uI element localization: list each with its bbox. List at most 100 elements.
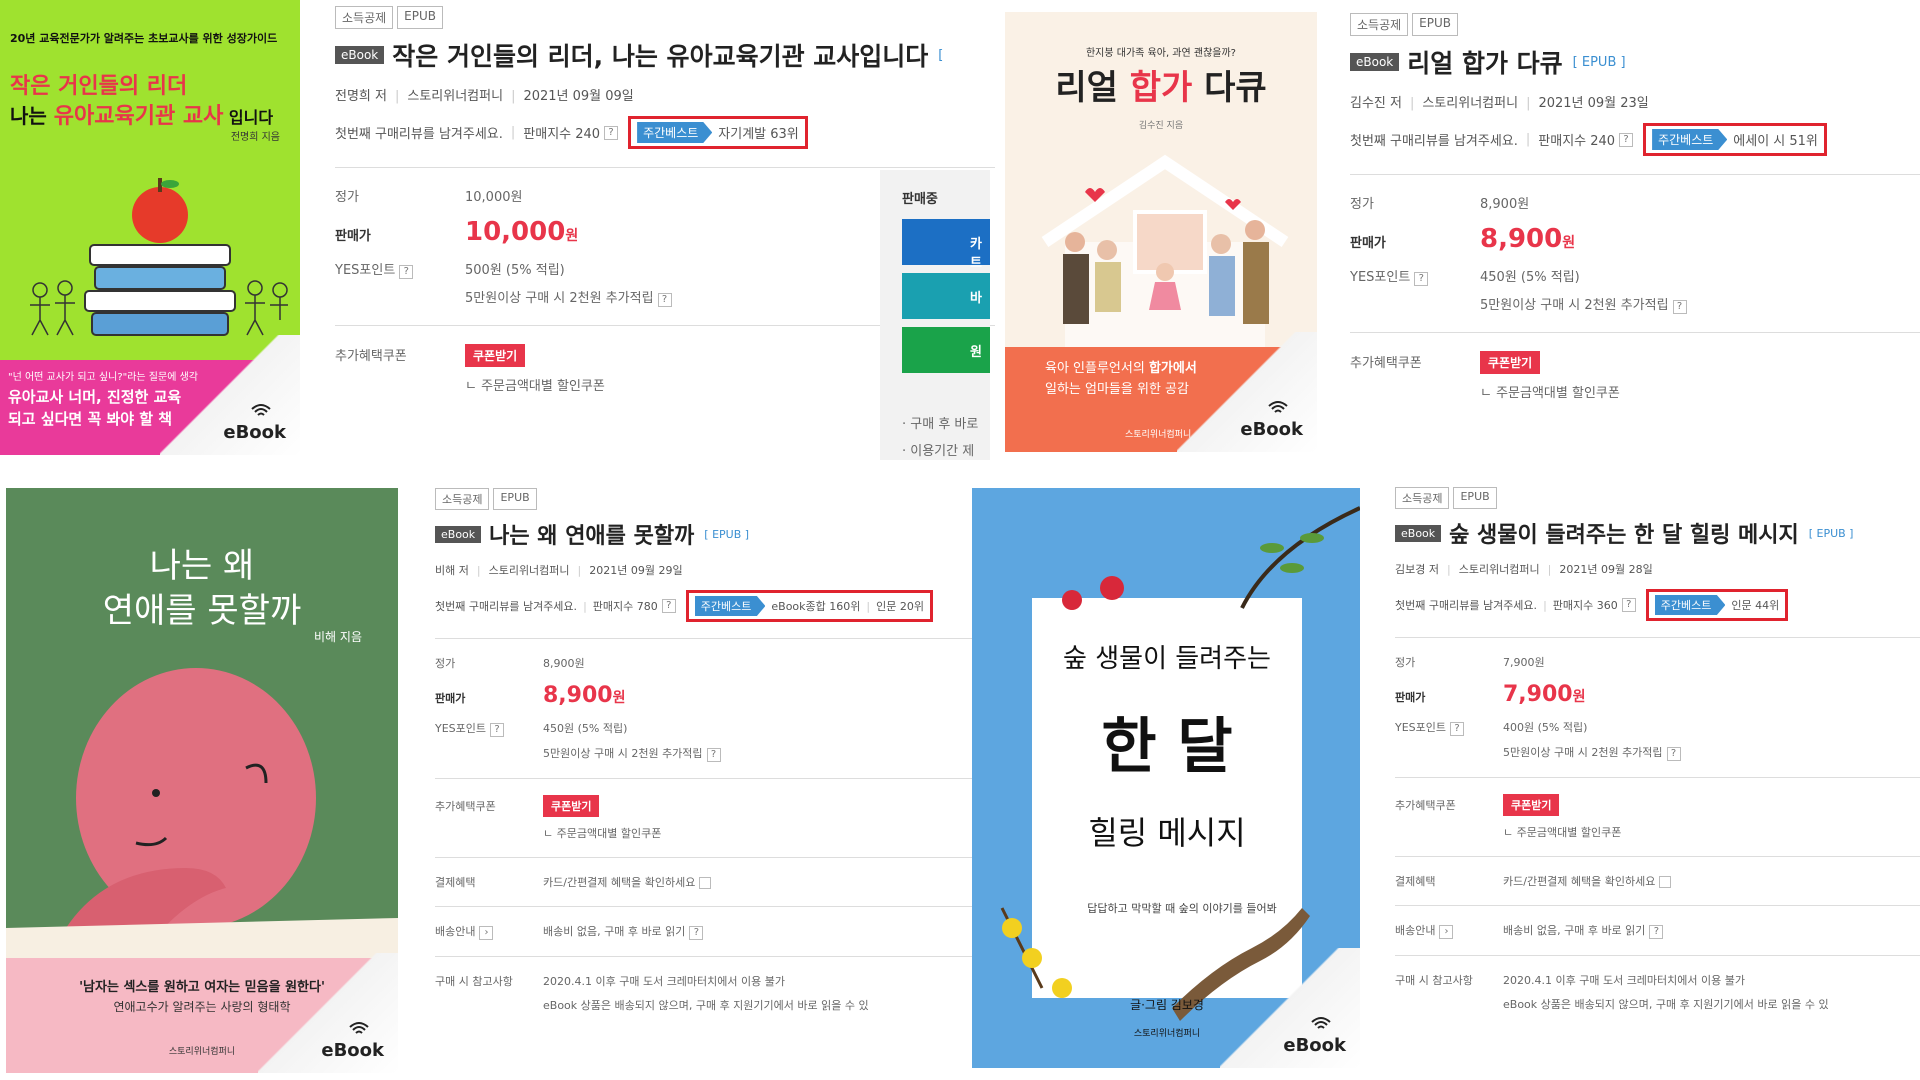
sale-status: 판매중	[902, 192, 938, 207]
get-coupon-button[interactable]: 쿠폰받기	[1503, 794, 1560, 816]
help-icon[interactable]: ?	[1672, 300, 1687, 314]
ebook-badge: eBook	[435, 525, 482, 543]
book-4-cover[interactable]: 숲 생물이 들려주는 한 달 힐링 메시지 답답하고 막막할 때 숲의 이야기를…	[972, 488, 1360, 1068]
author[interactable]: 김수진 저	[1350, 96, 1402, 111]
wifi-icon	[1268, 401, 1288, 413]
help-icon[interactable]: ?	[604, 125, 619, 140]
help-icon[interactable]: ?	[1666, 747, 1681, 761]
buy-now-button[interactable]: 바	[902, 273, 990, 319]
weekly-best-highlight: 주간베스트 인문 44위	[1645, 589, 1789, 621]
epub-link[interactable]: [ EPUB ]	[1809, 527, 1854, 540]
chevron-right-icon[interactable]: ›	[479, 926, 494, 940]
chevron-down-icon[interactable]	[1659, 876, 1672, 888]
purchase-note-detail: eBook 상품은 배송되지 않으며, 구매 후 지원기기에서 바로 읽을 수 …	[543, 999, 869, 1012]
extra-point: 5만원이상 구매 시 2천원 추가적립?	[543, 745, 975, 762]
family-house-illustration	[1041, 154, 1289, 352]
publisher[interactable]: 스토리위너컴퍼니	[407, 89, 503, 104]
epub-link[interactable]: [ EPUB ]	[704, 528, 749, 541]
purchase-note-row: 구매 시 참고사항 2020.4.1 이후 구매 도서 크레마터치에서 이용 불가	[435, 973, 786, 989]
book-2-meta: 김수진 저 | 스토리위너컴퍼니 | 2021년 09월 23일	[1350, 96, 1649, 111]
extra-point: 5만원이상 구매 시 2천원 추가적립?	[1480, 294, 1920, 314]
book-1-tags: 소득공제 EPUB	[335, 6, 995, 29]
book-1-cover-bottom-line2: 되고 싶다면 꼭 봐야 할 책	[8, 410, 173, 428]
chevron-right-icon[interactable]: ›	[1439, 925, 1454, 939]
purchase-note-link[interactable]: 2020.4.1 이후 구매 도서 크레마터치에서 이용 불가	[543, 973, 785, 989]
yes-point-row: YES포인트? 450원 (5% 적립)	[435, 722, 628, 737]
weekly-best-rank[interactable]: 자기계발 63위	[718, 123, 798, 142]
book-1-cover-quote: "넌 어떤 교사가 되고 싶니?"라는 질문에 생각	[8, 372, 198, 383]
list-price-row: 정가 7,900원	[1395, 656, 1545, 669]
book-3-title-row: eBook 나는 왜 연애를 못할까 [ EPUB ]	[435, 518, 975, 550]
cart-button[interactable]: 카트	[902, 219, 990, 271]
chevron-down-icon[interactable]	[699, 877, 712, 889]
review-link[interactable]: 첫번째 구매리뷰를 남겨주세요.	[1350, 130, 1518, 149]
book-3-cover-title-line2: 연애를 못할까	[102, 591, 302, 631]
book-2-cover[interactable]: 한지붕 대가족 육아, 과연 괜찮을까? 리얼 합가 다큐 김수진 지음 육아 …	[1005, 12, 1317, 452]
author[interactable]: 김보경 저	[1395, 563, 1439, 576]
help-icon[interactable]: ?	[661, 599, 676, 613]
book-2-title[interactable]: 리얼 합가 다큐	[1407, 44, 1562, 80]
get-coupon-button[interactable]: 쿠폰받기	[465, 344, 526, 367]
book-1-meta: 전명희 저 | 스토리위너컴퍼니 | 2021년 09월 09일	[335, 89, 634, 104]
author[interactable]: 비해 저	[435, 564, 469, 577]
review-link[interactable]: 첫번째 구매리뷰를 남겨주세요.	[335, 123, 503, 142]
weekly-best-label[interactable]: 주간베스트	[637, 122, 713, 143]
list-price-row: 정가 8,900원	[435, 657, 585, 670]
help-icon[interactable]: ?	[399, 265, 414, 279]
book-3-cover-author: 비해 지음	[314, 630, 362, 644]
publish-date: 2021년 09월 28일	[1559, 563, 1653, 576]
help-icon[interactable]: ?	[657, 293, 672, 307]
book-4-title[interactable]: 숲 생물이 들려주는 한 달 힐링 메시지	[1449, 517, 1799, 549]
book-1-cover[interactable]: 20년 교육전문가가 알려주는 초보교사를 위한 성장가이드 작은 거인들의 리…	[0, 0, 300, 455]
book-2-title-row: eBook 리얼 합가 다큐 [ EPUB ]	[1350, 44, 1920, 80]
weekly-best-rank[interactable]: 에세이 시 51위	[1733, 130, 1818, 149]
shipping-row: 배송안내 › 배송비 없음, 구매 후 바로 읽기?	[1395, 922, 1920, 939]
sales-index: 판매지수 360	[1552, 599, 1618, 612]
publisher[interactable]: 스토리위너컴퍼니	[1459, 563, 1540, 576]
ebook-badge: eBook	[335, 46, 385, 64]
book-3-cover[interactable]: 나는 왜 연애를 못할까 비해 지음 '남자는 섹스를 원하고 여자는 믿음을 …	[6, 488, 398, 1073]
weekly-best-rank[interactable]: 인문 44위	[1731, 597, 1779, 613]
get-coupon-button[interactable]: 쿠폰받기	[1480, 351, 1541, 374]
tag: EPUB	[1412, 13, 1459, 36]
help-icon[interactable]: ?	[1619, 132, 1634, 147]
weekly-best-label[interactable]: 주간베스트	[1654, 595, 1726, 615]
help-icon[interactable]: ?	[1414, 272, 1429, 286]
epub-link[interactable]: [	[938, 48, 943, 63]
book-3-title[interactable]: 나는 왜 연애를 못할까	[489, 518, 694, 550]
help-icon[interactable]: ?	[490, 723, 505, 737]
weekly-best-highlight: 주간베스트 자기계발 63위	[628, 116, 808, 149]
sales-index: 판매지수 240	[523, 127, 601, 142]
publisher[interactable]: 스토리위너컴퍼니	[489, 564, 570, 577]
help-icon[interactable]: ?	[1621, 598, 1636, 612]
publisher[interactable]: 스토리위너컴퍼니	[1422, 96, 1518, 111]
one-click-button[interactable]: 원	[902, 327, 990, 373]
yes-point-row: YES포인트? 450원 (5% 적립)	[1350, 270, 1580, 286]
get-coupon-button[interactable]: 쿠폰받기	[543, 795, 600, 817]
coupon-sub: ㄴ 주문금액대별 할인쿠폰	[1503, 826, 1622, 839]
payment-benefit-link[interactable]: 카드/간편결제 혜택을 확인하세요	[1503, 873, 1672, 889]
weekly-best-label[interactable]: 주간베스트	[1652, 129, 1728, 150]
review-link[interactable]: 첫번째 구매리뷰를 남겨주세요.	[1395, 597, 1537, 613]
tag: 소득공제	[1350, 13, 1409, 36]
help-icon[interactable]: ?	[689, 926, 704, 940]
author[interactable]: 전명희 저	[335, 89, 387, 104]
book-2-cover-title: 리얼 합가 다큐	[1055, 68, 1267, 108]
book-2-cover-bottom-line2: 일하는 엄마들을 위한 공감	[1045, 382, 1189, 397]
payment-benefit-link[interactable]: 카드/간편결제 혜택을 확인하세요	[543, 874, 712, 890]
help-icon[interactable]: ?	[1450, 722, 1465, 736]
weekly-best-highlight: 주간베스트 eBook종합 160위 | 인문 20위	[685, 590, 933, 622]
book-1-title[interactable]: 작은 거인들의 리더, 나는 유아교육기관 교사입니다	[392, 37, 928, 73]
book-2-info: 소득공제 EPUB eBook 리얼 합가 다큐 [ EPUB ] 김수진 저 |…	[1350, 13, 1920, 468]
help-icon[interactable]: ?	[1649, 925, 1664, 939]
review-link[interactable]: 첫번째 구매리뷰를 남겨주세요.	[435, 598, 577, 614]
book-4-meta: 김보경 저 | 스토리위너컴퍼니 | 2021년 09월 28일	[1395, 563, 1653, 576]
book-1-review-row: 첫번째 구매리뷰를 남겨주세요. | 판매지수 240? 주간베스트 자기계발 6…	[335, 116, 995, 149]
book-4-title-row: eBook 숲 생물이 들려주는 한 달 힐링 메시지 [ EPUB ]	[1395, 517, 1920, 549]
coupon-row: 추가혜택쿠폰 쿠폰받기	[1350, 351, 1920, 374]
weekly-best-label[interactable]: 주간베스트	[694, 596, 766, 616]
tag: 소득공제	[1395, 487, 1450, 509]
epub-link[interactable]: [ EPUB ]	[1573, 55, 1626, 70]
purchase-note-link[interactable]: 2020.4.1 이후 구매 도서 크레마터치에서 이용 불가	[1503, 972, 1745, 988]
help-icon[interactable]: ?	[706, 748, 721, 762]
